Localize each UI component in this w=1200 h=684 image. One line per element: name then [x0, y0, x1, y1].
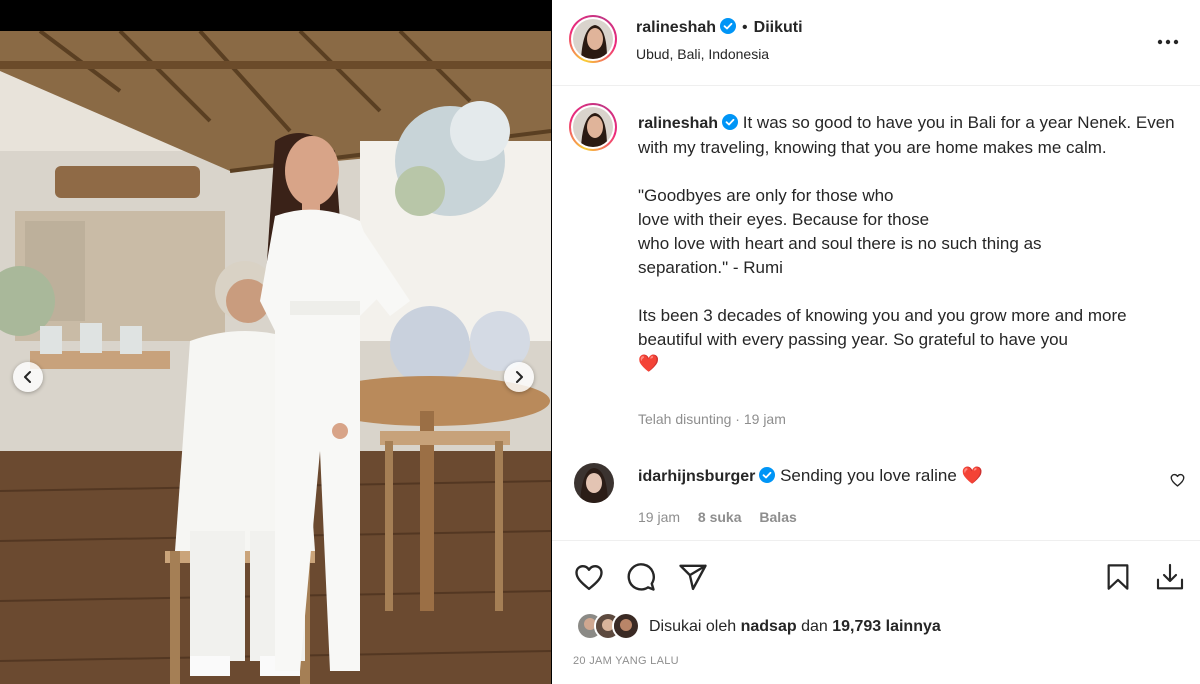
- heart-icon: [575, 564, 603, 591]
- header-user-line: ralineshah • Diikuti: [636, 18, 803, 37]
- comment-button[interactable]: [624, 560, 658, 594]
- caption-quote-line-3: who love with heart and soul there is no…: [638, 234, 1042, 253]
- caption-author-avatar[interactable]: [569, 103, 617, 151]
- caption-closing: Its been 3 decades of knowing you and yo…: [638, 306, 1127, 349]
- caption-avatar-image: [573, 107, 613, 147]
- edited-label: Telah disunting: [638, 411, 732, 427]
- caption-meta: Telah disunting · 19 jam: [638, 411, 786, 427]
- action-bar: [552, 540, 1200, 610]
- post-panel: ralineshah • Diikuti Ubud, Bali, Indonesia…: [552, 0, 1200, 684]
- carousel-prev-button[interactable]: [13, 362, 43, 392]
- chevron-left-icon: [24, 371, 31, 383]
- more-options-icon: [1157, 39, 1179, 45]
- post-header: ralineshah • Diikuti Ubud, Bali, Indonesia: [552, 0, 1200, 86]
- commenter-avatar[interactable]: [574, 463, 614, 503]
- comment-like-button[interactable]: [1170, 473, 1185, 492]
- likes-summary: Disukai oleh nadsap dan 19,793 lainnya: [576, 612, 1176, 642]
- download-icon: [1156, 563, 1184, 590]
- bookmark-icon: [1107, 564, 1129, 590]
- verified-badge-icon: [722, 114, 739, 130]
- separator-dot: •: [742, 19, 748, 36]
- author-avatar-image: [573, 19, 613, 59]
- follow-status-button[interactable]: Diikuti: [754, 19, 803, 36]
- caption-line-1: It was so good to have you in Bali for a…: [638, 113, 1175, 157]
- meta-separator: ·: [735, 411, 740, 427]
- red-heart-emoji: ❤️: [961, 466, 983, 485]
- liker-avatar[interactable]: [612, 612, 640, 640]
- verified-badge-icon: [759, 467, 776, 483]
- post-photo: [0, 31, 551, 684]
- likes-conj: dan: [801, 618, 828, 635]
- share-button[interactable]: [676, 560, 710, 594]
- like-button[interactable]: [572, 560, 606, 594]
- comment-body: Sending you love raline: [780, 466, 957, 485]
- comment-time[interactable]: 19 jam: [638, 509, 680, 525]
- likes-count[interactable]: 19,793: [832, 618, 881, 635]
- download-button[interactable]: [1153, 560, 1187, 594]
- caption-time[interactable]: 19 jam: [744, 411, 786, 427]
- verified-badge-icon: [720, 18, 737, 34]
- red-heart-emoji: ❤️: [638, 354, 660, 373]
- location-link[interactable]: Ubud, Bali, Indonesia: [636, 46, 769, 62]
- likes-text: Disukai oleh nadsap dan 19,793 lainnya: [649, 618, 941, 636]
- caption-quote-line-2: love with their eyes. Because for those: [638, 210, 930, 229]
- likes-prefix: Disukai oleh: [649, 618, 737, 635]
- author-avatar[interactable]: [569, 15, 617, 63]
- comment-text: idarhijnsburger Sending you love raline …: [638, 464, 983, 489]
- heart-outline-icon: [1170, 473, 1185, 487]
- commenter-username[interactable]: idarhijnsburger: [638, 468, 755, 485]
- reply-button[interactable]: Balas: [759, 509, 796, 525]
- save-button[interactable]: [1101, 560, 1135, 594]
- share-icon: [679, 564, 707, 591]
- liker-username[interactable]: nadsap: [741, 618, 797, 635]
- comment-icon: [627, 563, 655, 591]
- author-username[interactable]: ralineshah: [636, 19, 716, 36]
- chevron-right-icon: [516, 371, 523, 383]
- caption-username[interactable]: ralineshah: [638, 115, 718, 132]
- comment-likes[interactable]: 8 suka: [698, 509, 742, 525]
- likes-suffix[interactable]: lainnya: [886, 618, 941, 635]
- commenter-avatar-image: [574, 463, 614, 503]
- caption-quote-line-4: separation." - Rumi: [638, 258, 783, 277]
- post-timestamp[interactable]: 20 JAM YANG LALU: [573, 655, 679, 667]
- caption-text: ralineshah It was so good to have you in…: [638, 111, 1178, 400]
- post-media: [0, 0, 551, 684]
- comment-meta: 19 jam 8 suka Balas: [638, 509, 811, 525]
- more-options-button[interactable]: [1156, 30, 1180, 54]
- carousel-next-button[interactable]: [504, 362, 534, 392]
- caption-quote-line-1: "Goodbyes are only for those who: [638, 186, 894, 205]
- photo-illustration: [0, 31, 551, 684]
